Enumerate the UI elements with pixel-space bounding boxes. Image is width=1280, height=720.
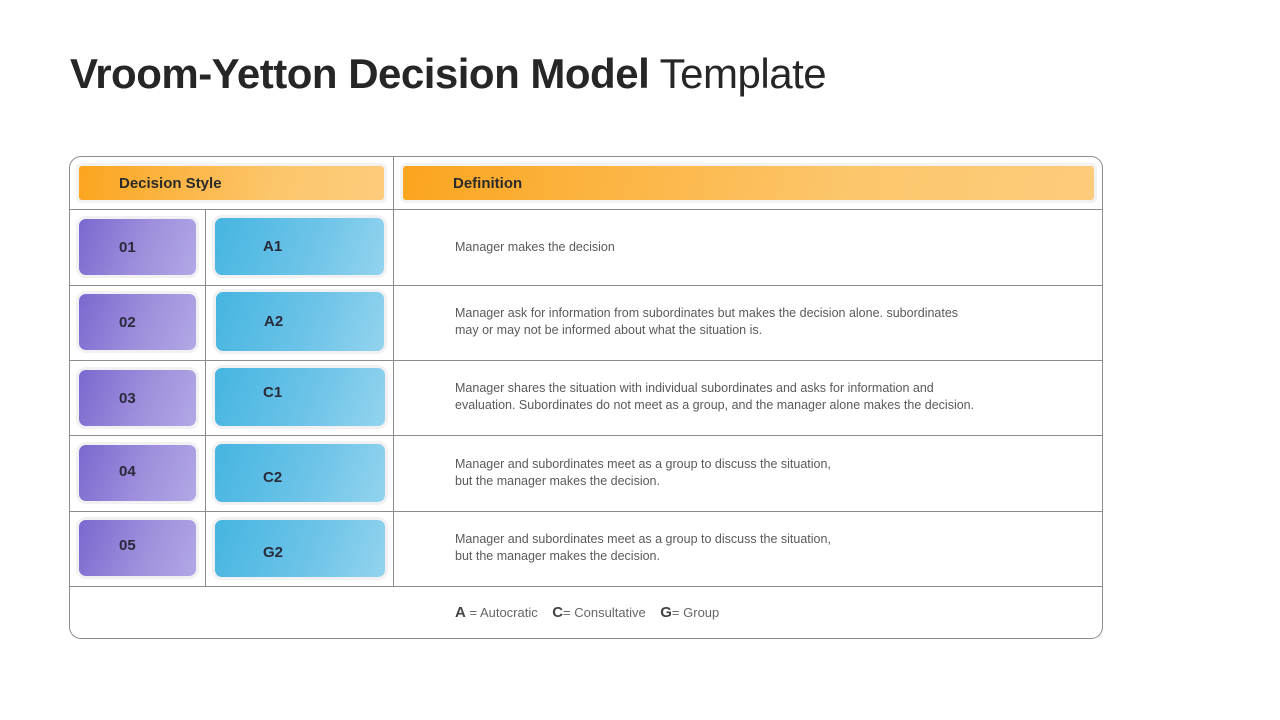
row-number-pill: 04 (76, 442, 199, 504)
style-code: C1 (263, 384, 283, 401)
definition-text: Manager and subordinates meet as a group… (455, 457, 831, 488)
definition-text: Manager ask for information from subordi… (455, 306, 959, 337)
legend-key: A (455, 604, 466, 621)
divider (70, 586, 1102, 587)
legend-value: = Consultative (563, 605, 646, 620)
header-definition: Definition (400, 163, 1097, 203)
legend: A = Autocratic C= Consultative G= Group (455, 604, 719, 621)
legend-key: C (552, 604, 564, 621)
row-number-pill: 05 (76, 517, 199, 579)
style-code-pill: A1 (212, 215, 387, 278)
decision-table: Decision Style Definition 01 A1 Manager … (69, 156, 1103, 639)
header-label: Definition (453, 174, 523, 192)
divider (205, 209, 206, 586)
row-number-pill: 02 (76, 291, 199, 353)
row-number: 02 (119, 313, 136, 331)
definition-text: Manager and subordinates meet as a group… (455, 532, 831, 563)
definition-text: Manager makes the decision (455, 240, 615, 254)
title-bold: Vroom-Yetton Decision Model (70, 50, 650, 97)
style-code: A1 (263, 238, 283, 255)
legend-value: = Group (671, 605, 720, 620)
style-code-pill: G2 (212, 517, 388, 580)
legend-value: = Autocratic (465, 605, 538, 620)
row-number-pill: 01 (76, 216, 199, 278)
style-code-pill: A2 (213, 289, 387, 354)
definition-text: Manager shares the situation with indivi… (455, 381, 975, 412)
style-code: A2 (264, 313, 284, 330)
legend-key: G (660, 604, 672, 621)
header-decision-style: Decision Style (76, 163, 387, 203)
row-number: 05 (119, 537, 136, 554)
divider (70, 209, 1102, 210)
row-number: 01 (119, 238, 136, 256)
page-title: Vroom-Yetton Decision Model Template (70, 50, 827, 98)
divider (393, 157, 394, 586)
header-label: Decision Style (119, 174, 222, 192)
style-code: C2 (263, 469, 283, 486)
row-number-pill: 03 (76, 367, 199, 429)
row-number: 03 (119, 389, 136, 407)
title-light: Template (659, 50, 827, 97)
style-code-pill: C2 (212, 441, 388, 505)
divider (70, 285, 1102, 286)
divider (70, 360, 1102, 361)
divider (70, 435, 1102, 436)
row-number: 04 (119, 463, 136, 480)
divider (70, 511, 1102, 512)
style-code: G2 (263, 544, 284, 561)
style-code-pill: C1 (212, 365, 388, 429)
